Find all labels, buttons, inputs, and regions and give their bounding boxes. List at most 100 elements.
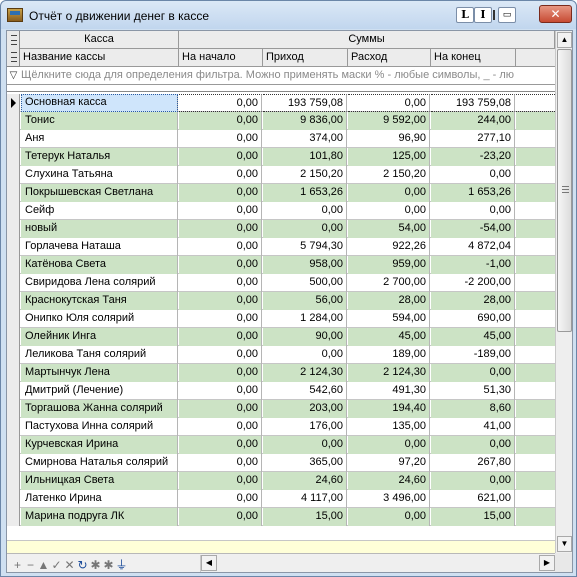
restore-button[interactable]: ▭: [498, 7, 516, 23]
table-row[interactable]: Тетерук Наталья 0,00 101,80 125,00 -23,20: [7, 148, 555, 166]
row-indicator[interactable]: [7, 130, 20, 148]
cell-expense[interactable]: 594,00: [348, 310, 430, 328]
cell-start[interactable]: 0,00: [179, 346, 262, 364]
cell-name[interactable]: Слухина Татьяна: [21, 166, 178, 184]
cell-start[interactable]: 0,00: [179, 112, 262, 130]
goto-bookmark-icon[interactable]: ✱: [102, 558, 115, 572]
cell-name[interactable]: Мартынчук Лена: [21, 364, 178, 382]
cell-end[interactable]: 277,10: [431, 130, 515, 148]
cell-end[interactable]: 45,00: [431, 328, 515, 346]
cell-income[interactable]: 500,00: [263, 274, 347, 292]
cell-name[interactable]: Дмитрий (Лечение): [21, 382, 178, 400]
cell-expense[interactable]: 922,26: [348, 238, 430, 256]
add-icon[interactable]: +: [11, 558, 24, 572]
cell-expense[interactable]: 959,00: [348, 256, 430, 274]
cell-income[interactable]: 1 284,00: [263, 310, 347, 328]
table-row[interactable]: Ильницкая Света 0,00 24,60 24,60 0,00: [7, 472, 555, 490]
cell-income[interactable]: 1 653,26: [263, 184, 347, 202]
header-corner[interactable]: [7, 31, 20, 67]
cell-expense[interactable]: 491,30: [348, 382, 430, 400]
cell-income[interactable]: 15,00: [263, 508, 347, 526]
cell-name[interactable]: Олейник Инга: [21, 328, 178, 346]
cell-end[interactable]: -1,00: [431, 256, 515, 274]
filter-row[interactable]: ▽ Щёлкните сюда для определения фильтра.…: [7, 67, 555, 85]
cell-name[interactable]: новый: [21, 220, 178, 238]
row-indicator[interactable]: [7, 184, 20, 202]
table-row[interactable]: Латенко Ирина 0,00 4 117,00 3 496,00 621,00: [7, 490, 555, 508]
vertical-scrollbar[interactable]: ▲ ▼: [555, 31, 572, 553]
cell-start[interactable]: 0,00: [179, 418, 262, 436]
row-indicator[interactable]: [7, 94, 20, 112]
cell-expense[interactable]: 135,00: [348, 418, 430, 436]
cell-end[interactable]: 15,00: [431, 508, 515, 526]
cell-expense[interactable]: 125,00: [348, 148, 430, 166]
row-indicator[interactable]: [7, 256, 20, 274]
cell-expense[interactable]: 45,00: [348, 328, 430, 346]
row-indicator[interactable]: [7, 490, 20, 508]
row-indicator[interactable]: [7, 310, 20, 328]
row-indicator[interactable]: [7, 112, 20, 130]
cell-name[interactable]: Смирнова Наталья солярий: [21, 454, 178, 472]
scroll-down-icon[interactable]: ▼: [557, 536, 572, 552]
cell-name[interactable]: Пастухова Инна солярий: [21, 418, 178, 436]
cell-start[interactable]: 0,00: [179, 364, 262, 382]
cell-income[interactable]: 0,00: [263, 220, 347, 238]
cell-end[interactable]: 41,00: [431, 418, 515, 436]
cell-expense[interactable]: 96,90: [348, 130, 430, 148]
cell-expense[interactable]: 97,20: [348, 454, 430, 472]
cell-expense[interactable]: 2 700,00: [348, 274, 430, 292]
table-row[interactable]: Горлачева Наташа 0,00 5 794,30 922,26 4 872,…: [7, 238, 555, 256]
cell-start[interactable]: 0,00: [179, 508, 262, 526]
cell-income[interactable]: 0,00: [263, 202, 347, 220]
scroll-up-icon[interactable]: ▲: [557, 32, 572, 48]
cell-name[interactable]: Основная касса: [21, 94, 178, 112]
cell-start[interactable]: 0,00: [179, 274, 262, 292]
cell-end[interactable]: 193 759,08: [431, 94, 515, 112]
row-indicator[interactable]: [7, 364, 20, 382]
cell-income[interactable]: 193 759,08: [263, 94, 347, 112]
data-grid[interactable]: Касса Суммы Название кассы На начало При…: [7, 31, 555, 553]
cell-expense[interactable]: 0,00: [348, 184, 430, 202]
row-indicator[interactable]: [7, 472, 20, 490]
table-row[interactable]: Мартынчук Лена 0,00 2 124,30 2 124,30 0,00: [7, 364, 555, 382]
row-indicator[interactable]: [7, 238, 20, 256]
filter-icon[interactable]: ⏚: [115, 556, 128, 573]
cell-income[interactable]: 90,00: [263, 328, 347, 346]
cell-start[interactable]: 0,00: [179, 130, 262, 148]
cell-income[interactable]: 101,80: [263, 148, 347, 166]
cell-end[interactable]: 690,00: [431, 310, 515, 328]
table-row[interactable]: Леликова Таня солярий 0,00 0,00 189,00 -189,…: [7, 346, 555, 364]
cell-income[interactable]: 542,60: [263, 382, 347, 400]
cell-end[interactable]: 0,00: [431, 436, 515, 454]
cell-start[interactable]: 0,00: [179, 472, 262, 490]
cell-income[interactable]: 4 117,00: [263, 490, 347, 508]
table-row[interactable]: Пастухова Инна солярий 0,00 176,00 135,00 41…: [7, 418, 555, 436]
table-row[interactable]: Основная касса 0,00 193 759,08 0,00 193 759,…: [7, 94, 555, 112]
table-row[interactable]: Смирнова Наталья солярий 0,00 365,00 97,20 2…: [7, 454, 555, 472]
cell-income[interactable]: 203,00: [263, 400, 347, 418]
column-header-start[interactable]: На начало: [179, 49, 263, 67]
cell-expense[interactable]: 0,00: [348, 202, 430, 220]
row-indicator[interactable]: [7, 382, 20, 400]
bookmark-icon[interactable]: ✱: [89, 558, 102, 572]
delete-icon[interactable]: −: [24, 558, 37, 572]
cell-start[interactable]: 0,00: [179, 310, 262, 328]
cell-start[interactable]: 0,00: [179, 454, 262, 472]
cell-start[interactable]: 0,00: [179, 94, 262, 112]
cell-income[interactable]: 0,00: [263, 436, 347, 454]
cell-name[interactable]: Сейф: [21, 202, 178, 220]
cell-name[interactable]: Аня: [21, 130, 178, 148]
row-indicator[interactable]: [7, 328, 20, 346]
table-row[interactable]: Сейф 0,00 0,00 0,00 0,00: [7, 202, 555, 220]
cell-income[interactable]: 2 124,30: [263, 364, 347, 382]
cell-name[interactable]: Катёнова Света: [21, 256, 178, 274]
cell-name[interactable]: Свиридова Лена солярий: [21, 274, 178, 292]
cell-name[interactable]: Онипко Юля солярий: [21, 310, 178, 328]
cell-start[interactable]: 0,00: [179, 220, 262, 238]
cell-name[interactable]: Ильницкая Света: [21, 472, 178, 490]
move-up-icon[interactable]: ▲: [37, 558, 50, 572]
vertical-scroll-thumb[interactable]: [557, 49, 572, 332]
table-row[interactable]: Марина подруга ЛК 0,00 15,00 0,00 15,00: [7, 508, 555, 526]
cell-income[interactable]: 9 836,00: [263, 112, 347, 130]
close-button[interactable]: ✕: [539, 5, 572, 23]
